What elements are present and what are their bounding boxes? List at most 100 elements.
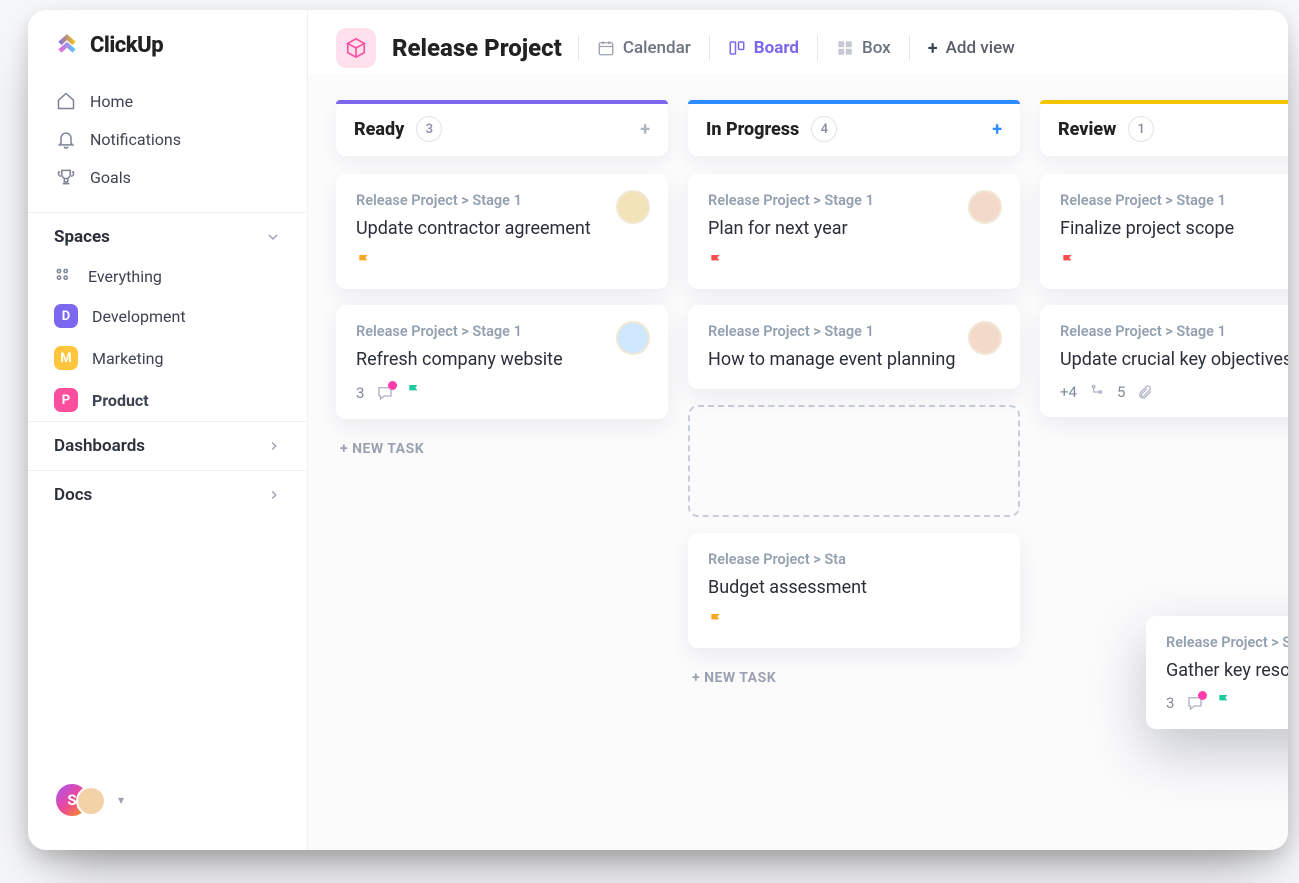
main-area: Release Project Calendar Board Box + Add…	[308, 10, 1288, 850]
card-title: How to manage event planning	[708, 348, 1000, 372]
space-marketing[interactable]: M Marketing	[28, 337, 307, 379]
card-title: Plan for next year	[708, 217, 1000, 241]
dragged-card[interactable]: Release Project > Stage 1 Gather key res…	[1146, 616, 1288, 729]
user-avatar-secondary	[76, 786, 106, 816]
card-breadcrumb: Release Project > Stage 1	[356, 192, 648, 209]
card-meta: 3	[356, 383, 648, 403]
flag-icon[interactable]	[406, 383, 422, 403]
app-frame: ClickUp Home Notifications Goals Spaces …	[28, 10, 1288, 850]
separator	[817, 35, 818, 61]
view-tab-board[interactable]: Board	[726, 34, 801, 62]
comment-icon[interactable]	[376, 384, 394, 402]
view-tab-box[interactable]: Box	[834, 34, 893, 62]
grid-dots-icon	[54, 266, 74, 286]
task-card[interactable]: Release Project > Stage 1 Refresh compan…	[336, 305, 668, 418]
bell-icon	[56, 129, 76, 149]
space-badge: M	[54, 346, 78, 370]
flag-icon[interactable]	[356, 253, 372, 273]
project-icon[interactable]	[336, 28, 376, 68]
space-label: Development	[92, 307, 186, 326]
nav-dashboards[interactable]: Dashboards	[28, 421, 307, 470]
new-task-button[interactable]: + NEW TASK	[688, 664, 1020, 692]
chevron-down-icon	[265, 229, 281, 245]
add-card-button[interactable]: +	[992, 119, 1002, 140]
column-title: Ready	[354, 119, 404, 140]
card-meta: 3	[1166, 693, 1288, 713]
space-everything[interactable]: Everything	[28, 257, 307, 295]
column-header[interactable]: Review 1	[1040, 100, 1288, 156]
nav-docs[interactable]: Docs	[28, 470, 307, 519]
new-task-button[interactable]: + NEW TASK	[336, 435, 668, 463]
column-inprogress: In Progress 4 + Release Project > Stage …	[688, 100, 1020, 824]
comment-icon[interactable]	[1186, 694, 1204, 712]
column-count: 3	[416, 116, 442, 142]
column-title: Review	[1058, 119, 1116, 140]
add-view-label: Add view	[946, 38, 1015, 58]
flag-icon[interactable]	[708, 612, 724, 632]
card-breadcrumb: Release Project > Stage 1	[1060, 192, 1288, 209]
space-label: Marketing	[92, 349, 163, 368]
assignee-avatar[interactable]	[616, 190, 650, 224]
space-product[interactable]: P Product	[28, 379, 307, 421]
space-label: Product	[92, 391, 149, 410]
attachment-icon	[1137, 384, 1153, 400]
add-view-button[interactable]: + Add view	[926, 34, 1017, 63]
space-development[interactable]: D Development	[28, 295, 307, 337]
task-card[interactable]: Release Project > Stage 1 Update crucial…	[1040, 305, 1288, 416]
task-card[interactable]: Release Project > Stage 1 How to manage …	[688, 305, 1020, 388]
comment-count: 3	[356, 384, 364, 402]
card-title: Update contractor agreement	[356, 217, 648, 241]
subtask-icon	[1089, 384, 1105, 400]
separator	[709, 35, 710, 61]
drop-placeholder[interactable]	[688, 405, 1020, 517]
column-accent-bar	[336, 100, 668, 104]
column-title: In Progress	[706, 119, 799, 140]
nav-notifications[interactable]: Notifications	[48, 120, 287, 158]
board: Ready 3 + Release Project > Stage 1 Upda…	[308, 74, 1288, 850]
nav-goals[interactable]: Goals	[48, 158, 287, 196]
project-title: Release Project	[392, 34, 562, 62]
board-icon	[728, 39, 746, 57]
card-breadcrumb: Release Project > Stage 1	[708, 192, 1000, 209]
card-title: Finalize project scope	[1060, 217, 1288, 241]
flag-icon[interactable]	[1216, 693, 1232, 713]
view-tab-calendar[interactable]: Calendar	[595, 34, 693, 62]
spaces-header-label: Spaces	[54, 227, 110, 247]
header: Release Project Calendar Board Box + Add…	[308, 10, 1288, 74]
column-accent-bar	[1040, 100, 1288, 104]
assignee-avatar[interactable]	[968, 190, 1002, 224]
task-card[interactable]: Release Project > Stage 1 Plan for next …	[688, 174, 1020, 289]
nav-goals-label: Goals	[90, 168, 131, 187]
view-tab-label: Board	[754, 38, 799, 58]
clickup-logo-icon	[54, 32, 80, 58]
add-card-button[interactable]: +	[640, 119, 650, 140]
task-card[interactable]: Release Project > Stage 1 Finalize proje…	[1040, 174, 1288, 289]
column-header[interactable]: Ready 3 +	[336, 100, 668, 156]
flag-icon[interactable]	[708, 253, 724, 273]
comment-count: 3	[1166, 694, 1174, 712]
flag-icon[interactable]	[1060, 253, 1076, 273]
chevron-right-icon	[267, 488, 281, 502]
nav-home[interactable]: Home	[48, 82, 287, 120]
view-tab-label: Box	[862, 38, 891, 58]
sidebar: ClickUp Home Notifications Goals Spaces …	[28, 10, 308, 850]
card-title: Gather key resources	[1166, 659, 1288, 683]
attachment-count: 5	[1117, 383, 1125, 401]
caret-down-icon: ▾	[118, 793, 124, 807]
user-menu[interactable]: S ▾	[28, 768, 307, 832]
card-breadcrumb: Release Project > Stage 1	[1166, 634, 1288, 651]
column-ready: Ready 3 + Release Project > Stage 1 Upda…	[336, 100, 668, 824]
column-header[interactable]: In Progress 4 +	[688, 100, 1020, 156]
card-meta: +4 5	[1060, 383, 1288, 401]
logo[interactable]: ClickUp	[28, 32, 307, 76]
spaces-header[interactable]: Spaces	[28, 212, 307, 257]
separator	[578, 35, 579, 61]
card-breadcrumb: Release Project > Stage 1	[708, 323, 1000, 340]
trophy-icon	[56, 167, 76, 187]
task-card[interactable]: Release Project > Sta Budget assessment	[688, 533, 1020, 648]
column-count: 1	[1128, 116, 1154, 142]
task-card[interactable]: Release Project > Stage 1 Update contrac…	[336, 174, 668, 289]
card-title: Budget assessment	[708, 576, 1000, 600]
view-tab-label: Calendar	[623, 38, 691, 58]
primary-nav: Home Notifications Goals	[28, 76, 307, 202]
